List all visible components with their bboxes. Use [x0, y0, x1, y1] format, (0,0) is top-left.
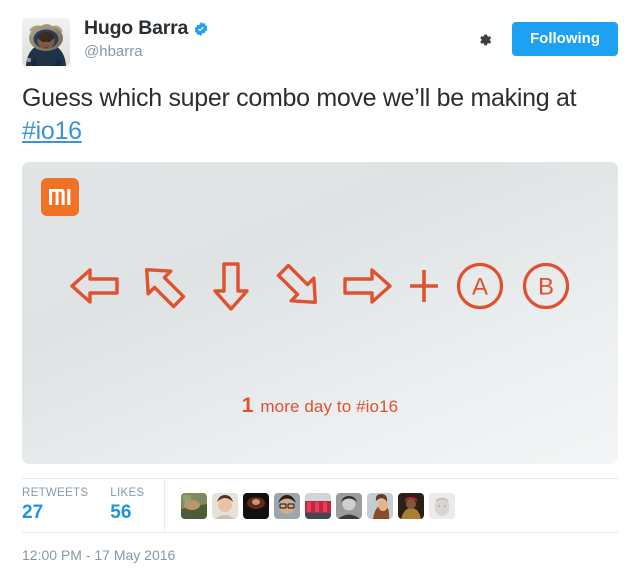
retweets-label: RETWEETS — [22, 487, 89, 500]
likes-label: LIKES — [110, 487, 145, 500]
liker-avatar-3[interactable] — [243, 492, 270, 519]
verified-badge-icon — [193, 21, 209, 37]
stats-group: RETWEETS 27 LIKES 56 — [22, 479, 166, 532]
retweets-value: 27 — [22, 502, 44, 524]
media-caption-number: 1 — [241, 394, 254, 417]
media-caption: 1 more day to #io16 — [22, 394, 618, 418]
hashtag-link-io16[interactable]: #io16 — [22, 117, 82, 145]
liker-avatar-7[interactable] — [367, 492, 394, 519]
facepile — [165, 479, 456, 532]
retweets-stat[interactable]: RETWEETS 27 — [22, 486, 88, 525]
tweet-text: Guess which super combo move we’ll be ma… — [0, 66, 640, 148]
arrow-down-icon — [203, 258, 259, 314]
arrow-down-right-icon — [271, 258, 327, 314]
tweet-timestamp[interactable]: 12:00 PM - 17 May 2016 — [0, 533, 640, 563]
author-avatar[interactable] — [22, 18, 70, 66]
tweet-media-image[interactable]: A B 1 more day to #io16 — [22, 162, 618, 464]
tweet-text-body: Guess which super combo move we’ll be ma… — [22, 84, 577, 112]
header-actions: Following — [474, 18, 618, 56]
tweet-header: Hugo Barra @hbarra Following — [0, 0, 640, 66]
liker-avatar-8[interactable] — [398, 492, 425, 519]
svg-text:B: B — [538, 274, 554, 301]
combo-sequence: A B — [22, 258, 618, 314]
mi-logo-icon — [41, 178, 79, 216]
svg-text:A: A — [472, 274, 488, 301]
author-name-row: Hugo Barra — [84, 18, 474, 39]
author-display-name[interactable]: Hugo Barra — [84, 18, 188, 39]
arrow-right-icon — [339, 258, 395, 314]
tweet-stats-bar: RETWEETS 27 LIKES 56 — [22, 478, 618, 533]
media-caption-text: more day to #io16 — [255, 397, 399, 416]
liker-avatar-5[interactable] — [305, 492, 332, 519]
gear-icon[interactable] — [474, 28, 496, 50]
liker-avatar-1[interactable] — [181, 492, 208, 519]
author-handle[interactable]: @hbarra — [84, 43, 474, 60]
likes-stat[interactable]: LIKES 56 — [110, 486, 144, 525]
liker-avatar-2[interactable] — [212, 492, 239, 519]
plus-icon — [407, 258, 441, 314]
likes-value: 56 — [110, 502, 132, 524]
arrow-left-icon — [67, 258, 123, 314]
following-button[interactable]: Following — [512, 22, 618, 56]
liker-avatar-4[interactable] — [274, 492, 301, 519]
liker-avatar-9[interactable] — [429, 492, 456, 519]
tweet-card: Hugo Barra @hbarra Following Guess which… — [0, 0, 640, 569]
liker-avatar-6[interactable] — [336, 492, 363, 519]
arrow-down-left-icon — [135, 258, 191, 314]
author-identity: Hugo Barra @hbarra — [84, 18, 474, 60]
button-a-icon: A — [453, 258, 507, 314]
button-b-icon: B — [519, 258, 573, 314]
tweet-media-wrap: A B 1 more day to #io16 — [0, 148, 640, 464]
